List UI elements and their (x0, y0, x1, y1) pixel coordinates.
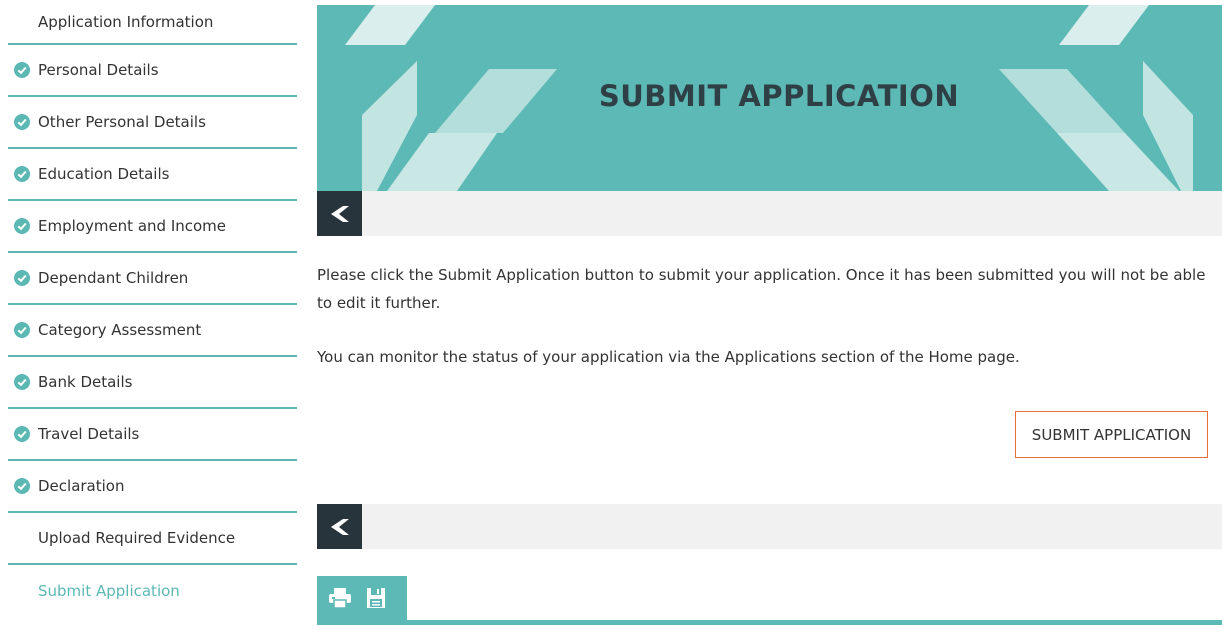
sidebar-item-declaration[interactable]: Declaration (8, 461, 297, 513)
back-arrow-icon (330, 205, 349, 222)
sidebar-item-bank-details[interactable]: Bank Details (8, 357, 297, 409)
tools-underline (317, 620, 1222, 625)
check-circle-icon (14, 322, 30, 338)
sidebar-item-label: Education Details (38, 165, 170, 183)
sidebar-item-label: Personal Details (38, 61, 159, 79)
back-arrow-icon (330, 518, 349, 535)
sidebar-item-other-personal-details[interactable]: Other Personal Details (8, 97, 297, 149)
sidebar-item-label: Category Assessment (38, 321, 202, 339)
check-circle-icon (14, 270, 30, 286)
sidebar-item-label: Employment and Income (38, 217, 227, 235)
sidebar-item-label: Submit Application (38, 582, 180, 600)
sidebar-item-label: Upload Required Evidence (38, 529, 236, 547)
sidebar-item-submit-application[interactable]: Submit Application (8, 565, 297, 617)
sidebar-item-label: Application Information (38, 12, 214, 31)
sidebar-item-education-details[interactable]: Education Details (8, 149, 297, 201)
check-circle-icon (14, 62, 30, 78)
sidebar-item-label: Declaration (38, 477, 125, 495)
sidebar-item-label: Travel Details (38, 425, 140, 443)
sidebar-item-upload-required-evidence[interactable]: Upload Required Evidence (8, 513, 297, 565)
sidebar-item-label: Other Personal Details (38, 113, 206, 131)
back-nav-bar (317, 191, 1222, 236)
check-circle-icon (14, 166, 30, 182)
page-title: SUBMIT APPLICATION (598, 79, 960, 113)
tools-bar (317, 576, 1222, 625)
check-circle-icon (14, 114, 30, 130)
sidebar-nav: Application Information Personal Details… (8, 0, 297, 617)
check-circle-icon (14, 218, 30, 234)
sidebar-item-personal-details[interactable]: Personal Details (8, 45, 297, 97)
instructions-text: Please click the Submit Application butt… (317, 266, 1206, 312)
back-button[interactable] (317, 191, 362, 236)
check-circle-icon (14, 478, 30, 494)
tools-tab (317, 576, 407, 620)
submit-application-button[interactable]: SUBMIT APPLICATION (1015, 411, 1208, 458)
status-note-text: You can monitor the status of your appli… (317, 348, 1020, 366)
sidebar-item-travel-details[interactable]: Travel Details (8, 409, 297, 461)
sidebar-item-category-assessment[interactable]: Category Assessment (8, 305, 297, 357)
back-button-bottom[interactable] (317, 504, 362, 549)
sidebar-item-label: Dependant Children (38, 269, 189, 287)
check-circle-icon (14, 426, 30, 442)
check-circle-icon (14, 374, 30, 390)
sidebar-item-application-information[interactable]: Application Information (8, 0, 297, 45)
sidebar-item-dependant-children[interactable]: Dependant Children (8, 253, 297, 305)
back-nav-bar-bottom (317, 504, 1222, 549)
save-icon[interactable] (363, 585, 389, 611)
sidebar-item-employment-and-income[interactable]: Employment and Income (8, 201, 297, 253)
sidebar-item-label: Bank Details (38, 373, 133, 391)
page-banner: SUBMIT APPLICATION (317, 5, 1222, 191)
print-icon[interactable] (327, 585, 353, 611)
